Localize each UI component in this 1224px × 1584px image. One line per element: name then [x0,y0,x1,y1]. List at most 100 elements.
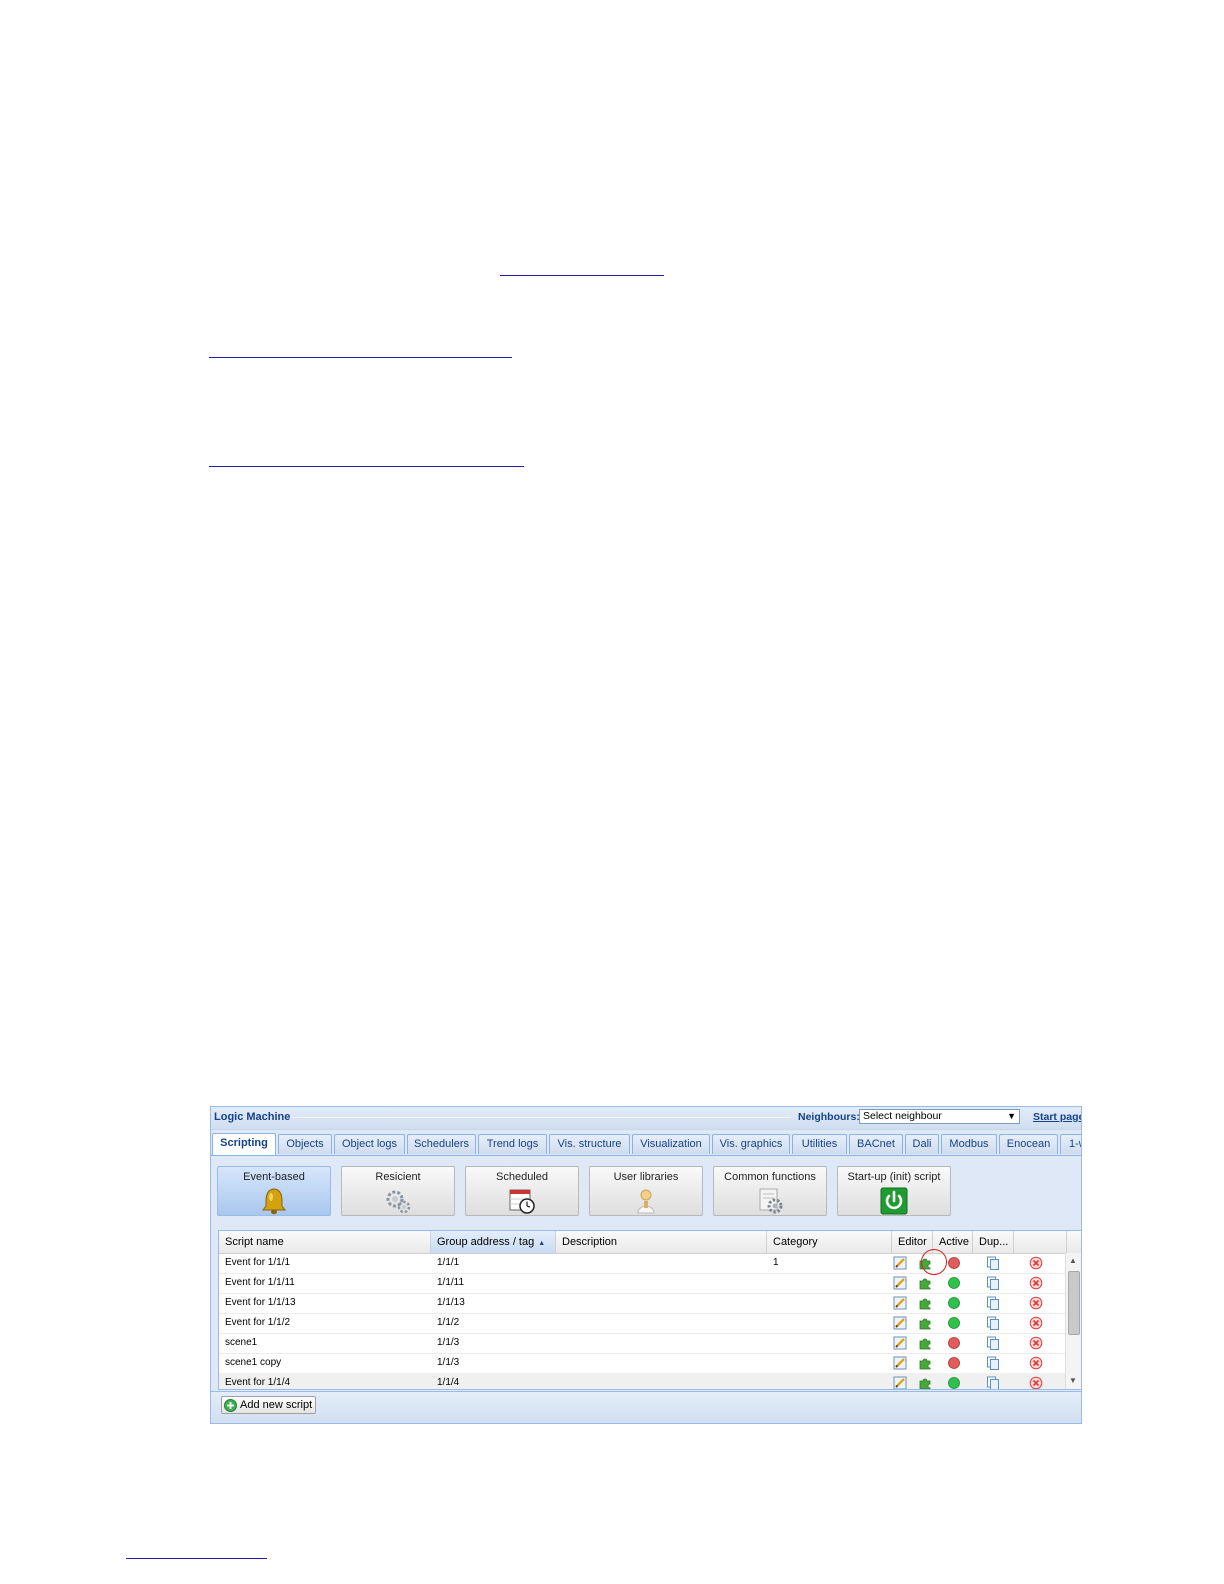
start-page-link[interactable]: Start page [1033,1111,1081,1123]
inactive-status-icon[interactable] [947,1356,961,1370]
active-status-icon[interactable] [947,1296,961,1310]
table-row[interactable]: Event for 1/1/4 1/1/4 [219,1373,1067,1390]
tab-enocean[interactable]: Enocean [999,1134,1058,1154]
tab-1-wire[interactable]: 1-w [1060,1134,1081,1154]
active-status-icon[interactable] [947,1376,961,1390]
edit-script-icon[interactable] [893,1316,907,1330]
subtab-label: Scheduled [496,1171,548,1183]
script-name-cell: Event for 1/1/1 [225,1257,291,1268]
column-header-script-name[interactable]: Script name [219,1231,431,1253]
neighbours-select[interactable]: Select neighbour ▼ [859,1109,1020,1124]
category-cell: 1 [773,1257,779,1268]
tab-schedulers[interactable]: Schedulers [407,1134,476,1154]
edit-script-icon[interactable] [893,1276,907,1290]
duplicate-script-icon[interactable] [986,1376,1000,1390]
table-row[interactable]: Event for 1/1/2 1/1/2 [219,1313,1067,1334]
scroll-thumb[interactable] [1068,1271,1080,1335]
duplicate-script-icon[interactable] [986,1256,1000,1270]
edit-script-icon[interactable] [893,1336,907,1350]
delete-script-icon[interactable] [1029,1316,1043,1330]
document-link-2[interactable] [209,357,512,358]
table-row[interactable]: scene1 copy 1/1/3 [219,1353,1067,1374]
subtab-scheduled[interactable]: Scheduled [465,1166,579,1216]
tab-vis-structure[interactable]: Vis. structure [549,1134,630,1154]
table-row[interactable]: Event for 1/1/13 1/1/13 [219,1293,1067,1314]
document-link-4[interactable] [126,1558,267,1559]
script-name-cell: Event for 1/1/13 [225,1297,296,1308]
puzzle-editor-icon[interactable] [918,1316,932,1330]
delete-script-icon[interactable] [1029,1356,1043,1370]
document-link-1[interactable] [500,275,664,276]
description-cell [556,1373,767,1389]
tab-dali[interactable]: Dali [905,1134,939,1154]
active-status-icon[interactable] [947,1276,961,1290]
edit-script-icon[interactable] [893,1256,907,1270]
scripts-grid: Script name Group address / tag ▲ Descrip… [218,1230,1081,1390]
subtab-label: Start-up (init) script [847,1171,941,1183]
delete-script-icon[interactable] [1029,1276,1043,1290]
tab-object-logs[interactable]: Object logs [334,1134,405,1154]
category-cell [767,1373,892,1389]
category-cell [767,1333,892,1353]
delete-script-icon[interactable] [1029,1336,1043,1350]
delete-script-icon[interactable] [1029,1376,1043,1390]
subtab-resicient[interactable]: Resicient [341,1166,455,1216]
category-cell [767,1293,892,1313]
inactive-status-icon[interactable] [947,1256,961,1270]
subtab-common-functions[interactable]: Common functions [713,1166,827,1216]
group-address-cell: 1/1/3 [437,1337,460,1348]
column-header-group-address[interactable]: Group address / tag ▲ [431,1231,556,1253]
duplicate-script-icon[interactable] [986,1316,1000,1330]
script-name-cell: scene1 [225,1337,258,1348]
category-cell [767,1273,892,1293]
subtab-event-based[interactable]: Event-based [217,1166,331,1216]
tab-visualization[interactable]: Visualization [632,1134,710,1154]
header-divider [291,1117,791,1119]
column-header-description[interactable]: Description [556,1231,767,1253]
table-row[interactable]: scene1 1/1/3 [219,1333,1067,1354]
group-address-cell: 1/1/4 [437,1377,460,1388]
inactive-status-icon[interactable] [947,1336,961,1350]
duplicate-script-icon[interactable] [986,1336,1000,1350]
column-header-duplicate[interactable]: Dup... [973,1231,1014,1253]
duplicate-script-icon[interactable] [986,1276,1000,1290]
subtab-startup-script[interactable]: Start-up (init) script [837,1166,951,1216]
puzzle-editor-icon[interactable] [918,1356,932,1370]
edit-script-icon[interactable] [893,1296,907,1310]
subtab-label: User libraries [613,1171,679,1183]
active-status-icon[interactable] [947,1316,961,1330]
edit-script-icon[interactable] [893,1376,907,1390]
tab-trend-logs[interactable]: Trend logs [478,1134,547,1154]
edit-script-icon[interactable] [893,1356,907,1370]
vertical-scrollbar[interactable]: ▲ ▼ [1065,1253,1081,1389]
tab-scripting[interactable]: Scripting [212,1133,276,1155]
table-row[interactable]: Event for 1/1/11 1/1/11 [219,1273,1067,1294]
tab-bacnet[interactable]: BACnet [849,1134,903,1154]
app-header: Logic Machine Neighbours: Select neighbo… [211,1107,1081,1130]
puzzle-editor-icon[interactable] [918,1376,932,1390]
puzzle-editor-icon[interactable] [918,1296,932,1310]
document-link-3[interactable] [209,466,524,467]
duplicate-script-icon[interactable] [986,1356,1000,1370]
dropdown-arrow-icon[interactable]: ▼ [1007,1110,1016,1123]
puzzle-editor-icon[interactable] [918,1276,932,1290]
puzzle-editor-icon[interactable] [918,1336,932,1350]
column-header-delete[interactable] [1014,1231,1067,1253]
column-header-category[interactable]: Category [767,1231,892,1253]
delete-script-icon[interactable] [1029,1296,1043,1310]
script-name-cell: Event for 1/1/4 [225,1377,291,1388]
tab-vis-graphics[interactable]: Vis. graphics [712,1134,790,1154]
grid-header: Script name Group address / tag ▲ Descrip… [219,1231,1081,1254]
sort-ascending-icon: ▲ [538,1240,546,1247]
tab-objects[interactable]: Objects [278,1134,332,1154]
scroll-down-icon[interactable]: ▼ [1069,1376,1077,1385]
tab-utilities[interactable]: Utilities [792,1134,847,1154]
group-address-cell: 1/1/1 [437,1257,460,1268]
scroll-up-icon[interactable]: ▲ [1069,1256,1077,1265]
tab-modbus[interactable]: Modbus [941,1134,997,1154]
duplicate-script-icon[interactable] [986,1296,1000,1310]
delete-script-icon[interactable] [1029,1256,1043,1270]
add-new-script-button[interactable]: Add new script [221,1396,317,1414]
subtab-user-libraries[interactable]: User libraries [589,1166,703,1216]
group-address-cell: 1/1/2 [437,1317,460,1328]
